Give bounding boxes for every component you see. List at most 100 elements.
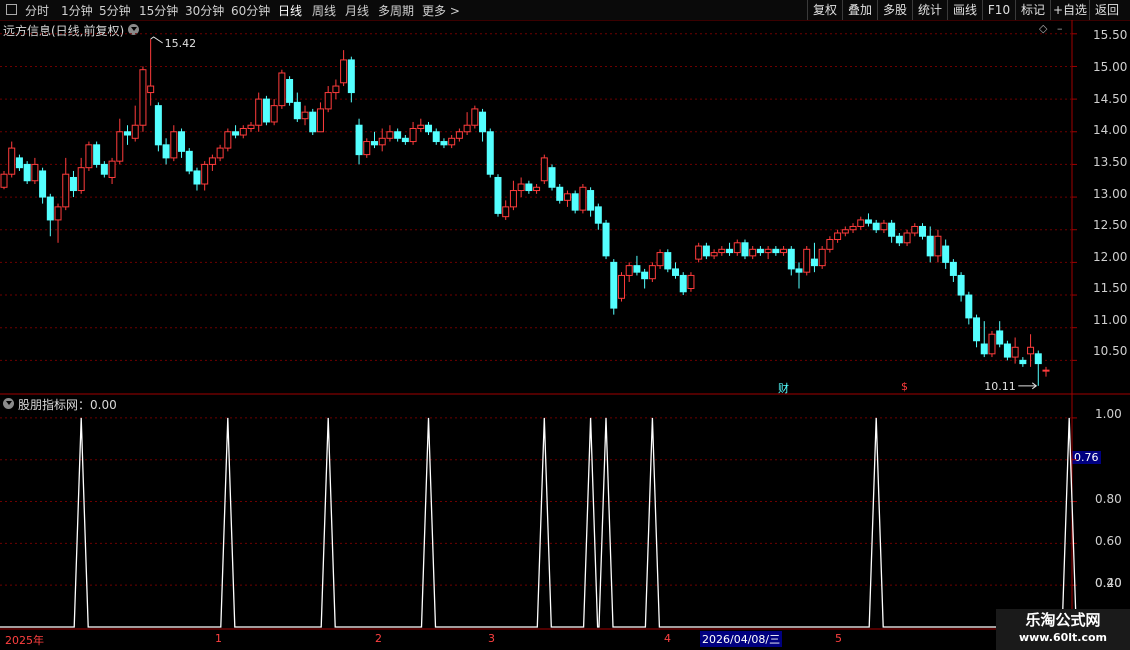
candle-body (262, 98, 270, 123)
candle-body (810, 258, 818, 267)
candle-body (301, 111, 309, 120)
price-tick: 15.50 (1093, 28, 1128, 42)
back-button[interactable]: 返回 (1089, 0, 1124, 20)
period-tab-5min[interactable]: 5分钟 (99, 2, 131, 19)
period-tab-intraday[interactable]: 分时 (25, 2, 49, 19)
period-tab-daily[interactable]: 日线 (278, 2, 302, 19)
candle-body (69, 176, 77, 192)
candle-body (610, 261, 618, 309)
candle-body (841, 229, 849, 234)
candle-body (903, 232, 911, 244)
candle-body (255, 98, 263, 126)
date-label: 2025年 (5, 634, 44, 647)
watermark-title: 乐淘公式网 (1025, 611, 1101, 629)
candle-body (108, 160, 116, 178)
dash-icon[interactable]: – (1057, 22, 1063, 35)
candle-body (895, 235, 903, 244)
candle-body (988, 333, 996, 355)
candle-body (324, 92, 332, 110)
candle-body (687, 274, 695, 290)
mark-button[interactable]: 标记 (1015, 0, 1050, 20)
crosshair-date-box: 2026/04/08/三 (700, 631, 783, 647)
toolbar-checkbox-icon[interactable] (6, 4, 17, 15)
candle-body (533, 186, 541, 192)
price-tick: 12.00 (1093, 250, 1128, 264)
candle-body (116, 131, 124, 162)
period-tab-monthly[interactable]: 月线 (345, 2, 369, 19)
candle-body (664, 252, 672, 270)
candle-body (633, 265, 641, 273)
candle-body (818, 248, 826, 267)
candle-body (432, 131, 440, 143)
period-tab-multi[interactable]: 多周期 (378, 2, 414, 19)
price-tick: 13.00 (1093, 187, 1128, 201)
draw-line-button[interactable]: 画线 (947, 0, 982, 20)
indicator-options-icon[interactable] (3, 398, 14, 409)
candle-body (316, 108, 324, 133)
finance-marker[interactable]: 财 (778, 380, 789, 396)
dividend-marker[interactable]: $ (901, 380, 908, 393)
candle-body (602, 222, 610, 257)
candle-body (479, 111, 487, 133)
candle-body (147, 85, 155, 94)
candle-body (309, 111, 317, 133)
candle-body (340, 59, 348, 84)
candle-body (224, 131, 232, 149)
candle-body (710, 252, 718, 257)
candle-body (749, 248, 757, 257)
candle-body (448, 137, 456, 146)
period-tab-weekly[interactable]: 周线 (312, 2, 336, 19)
candle-body (695, 245, 703, 260)
indicator-tick: 0.80 (1095, 492, 1122, 506)
candle-body (1027, 346, 1035, 355)
statistics-button[interactable]: 统计 (912, 0, 947, 20)
candle-body (1042, 369, 1050, 372)
multi-stock-button[interactable]: 多股 (877, 0, 912, 20)
period-tab-30min[interactable]: 30分钟 (185, 2, 224, 19)
candle-body (370, 141, 378, 146)
candle-body (672, 268, 680, 276)
period-tab-60min[interactable]: 60分钟 (231, 2, 270, 19)
indicator-current-value: 0.76 (1072, 451, 1101, 464)
candle-body (378, 137, 386, 146)
candle-body (587, 190, 595, 211)
candle-body (772, 248, 780, 254)
diamond-icon[interactable]: ◇ (1039, 22, 1047, 35)
candle-body (888, 222, 896, 237)
candle-body (787, 248, 795, 270)
price-tick: 12.50 (1093, 218, 1128, 232)
candle-body (123, 131, 131, 136)
candle-body (54, 206, 62, 221)
candle-body (926, 235, 934, 257)
candle-body (270, 105, 278, 123)
candle-body (509, 190, 517, 208)
candle-body (208, 157, 216, 165)
period-tab-1min[interactable]: 1分钟 (61, 2, 93, 19)
indicator-line (0, 417, 1077, 628)
indicator-tick: 1.00 (1095, 407, 1122, 421)
candle-body (556, 186, 564, 201)
candle-body (77, 167, 85, 192)
add-watchlist-button[interactable]: +自选 (1050, 0, 1089, 20)
candle-body (455, 131, 463, 139)
main-chart-options-icon[interactable] (128, 24, 139, 35)
candle-body (942, 245, 950, 263)
candle-body (656, 252, 664, 267)
price-tick: 14.50 (1093, 92, 1128, 106)
candle-body (100, 163, 108, 175)
period-tab-15min[interactable]: 15分钟 (139, 2, 178, 19)
candle-body (62, 173, 70, 208)
candle-body (355, 124, 363, 156)
watermark-url: www.60lt.com (1018, 631, 1108, 644)
f10-button[interactable]: F10 (982, 0, 1015, 20)
overlay-button[interactable]: 叠加 (842, 0, 877, 20)
candle-body (540, 157, 548, 182)
adjust-button[interactable]: 复权 (807, 0, 842, 20)
candle-body (803, 248, 811, 273)
candle-body (641, 271, 649, 280)
candle-body (880, 222, 888, 231)
period-tab-more[interactable]: 更多 > (422, 2, 460, 19)
candle-body (718, 248, 726, 254)
price-tick: 15.00 (1093, 60, 1128, 74)
candle-body (15, 157, 23, 169)
